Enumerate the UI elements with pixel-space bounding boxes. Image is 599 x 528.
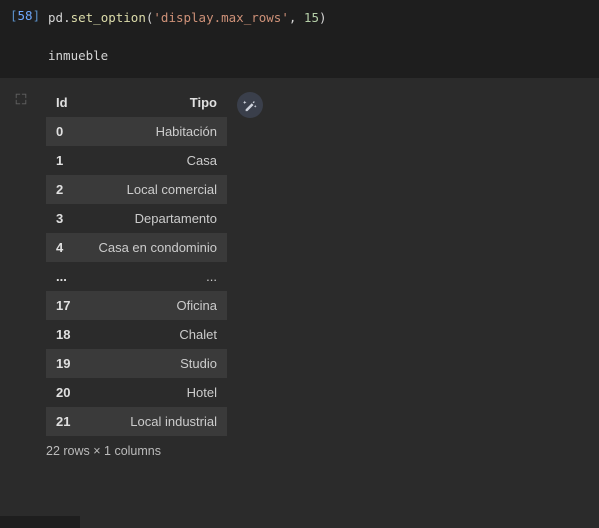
execution-count: [58] xyxy=(10,8,40,23)
column-header: Tipo xyxy=(88,88,227,117)
row-index: 18 xyxy=(46,320,88,349)
code-cell[interactable]: [58] pd.set_option('display.max_rows', 1… xyxy=(0,0,599,78)
table-row: 3Departamento xyxy=(46,204,227,233)
table-row: 18Chalet xyxy=(46,320,227,349)
code-editor[interactable]: pd.set_option('display.max_rows', 15) in… xyxy=(48,8,589,66)
row-index: 21 xyxy=(46,407,88,436)
cell-value: ... xyxy=(88,262,227,291)
table-row: 1Casa xyxy=(46,146,227,175)
row-index: 2 xyxy=(46,175,88,204)
table-row: 2Local comercial xyxy=(46,175,227,204)
table-header-row: Id Tipo xyxy=(46,88,227,117)
table-row: 17Oficina xyxy=(46,291,227,320)
row-index: 19 xyxy=(46,349,88,378)
table-row: 20Hotel xyxy=(46,378,227,407)
cell-value: Oficina xyxy=(88,291,227,320)
row-index: 17 xyxy=(46,291,88,320)
cell-value: Habitación xyxy=(88,117,227,146)
table-row: ...... xyxy=(46,262,227,291)
row-index: 3 xyxy=(46,204,88,233)
dataframe-table: Id Tipo 0Habitación1Casa2Local comercial… xyxy=(46,88,227,436)
code-line: pd.set_option('display.max_rows', 15) xyxy=(48,8,589,28)
cell-value: Hotel xyxy=(88,378,227,407)
row-index: 0 xyxy=(46,117,88,146)
next-cell-strip xyxy=(0,516,80,528)
table-row: 21Local industrial xyxy=(46,407,227,436)
cell-value: Casa en condominio xyxy=(88,233,227,262)
cell-output: Id Tipo 0Habitación1Casa2Local comercial… xyxy=(0,78,599,468)
table-row: 19Studio xyxy=(46,349,227,378)
cell-value: Local comercial xyxy=(88,175,227,204)
table-row: 0Habitación xyxy=(46,117,227,146)
code-line: inmueble xyxy=(48,46,589,66)
output-expand-icon[interactable] xyxy=(6,88,46,109)
cell-value: Chalet xyxy=(88,320,227,349)
suggest-charts-button[interactable] xyxy=(237,92,263,118)
row-index: ... xyxy=(46,262,88,291)
table-row: 4Casa en condominio xyxy=(46,233,227,262)
index-header: Id xyxy=(46,88,88,117)
row-index: 4 xyxy=(46,233,88,262)
row-index: 20 xyxy=(46,378,88,407)
cell-value: Casa xyxy=(88,146,227,175)
row-index: 1 xyxy=(46,146,88,175)
cell-value: Local industrial xyxy=(88,407,227,436)
cell-value: Studio xyxy=(88,349,227,378)
dataframe-shape-footer: 22 rows × 1 columns xyxy=(46,444,263,458)
cell-value: Departamento xyxy=(88,204,227,233)
